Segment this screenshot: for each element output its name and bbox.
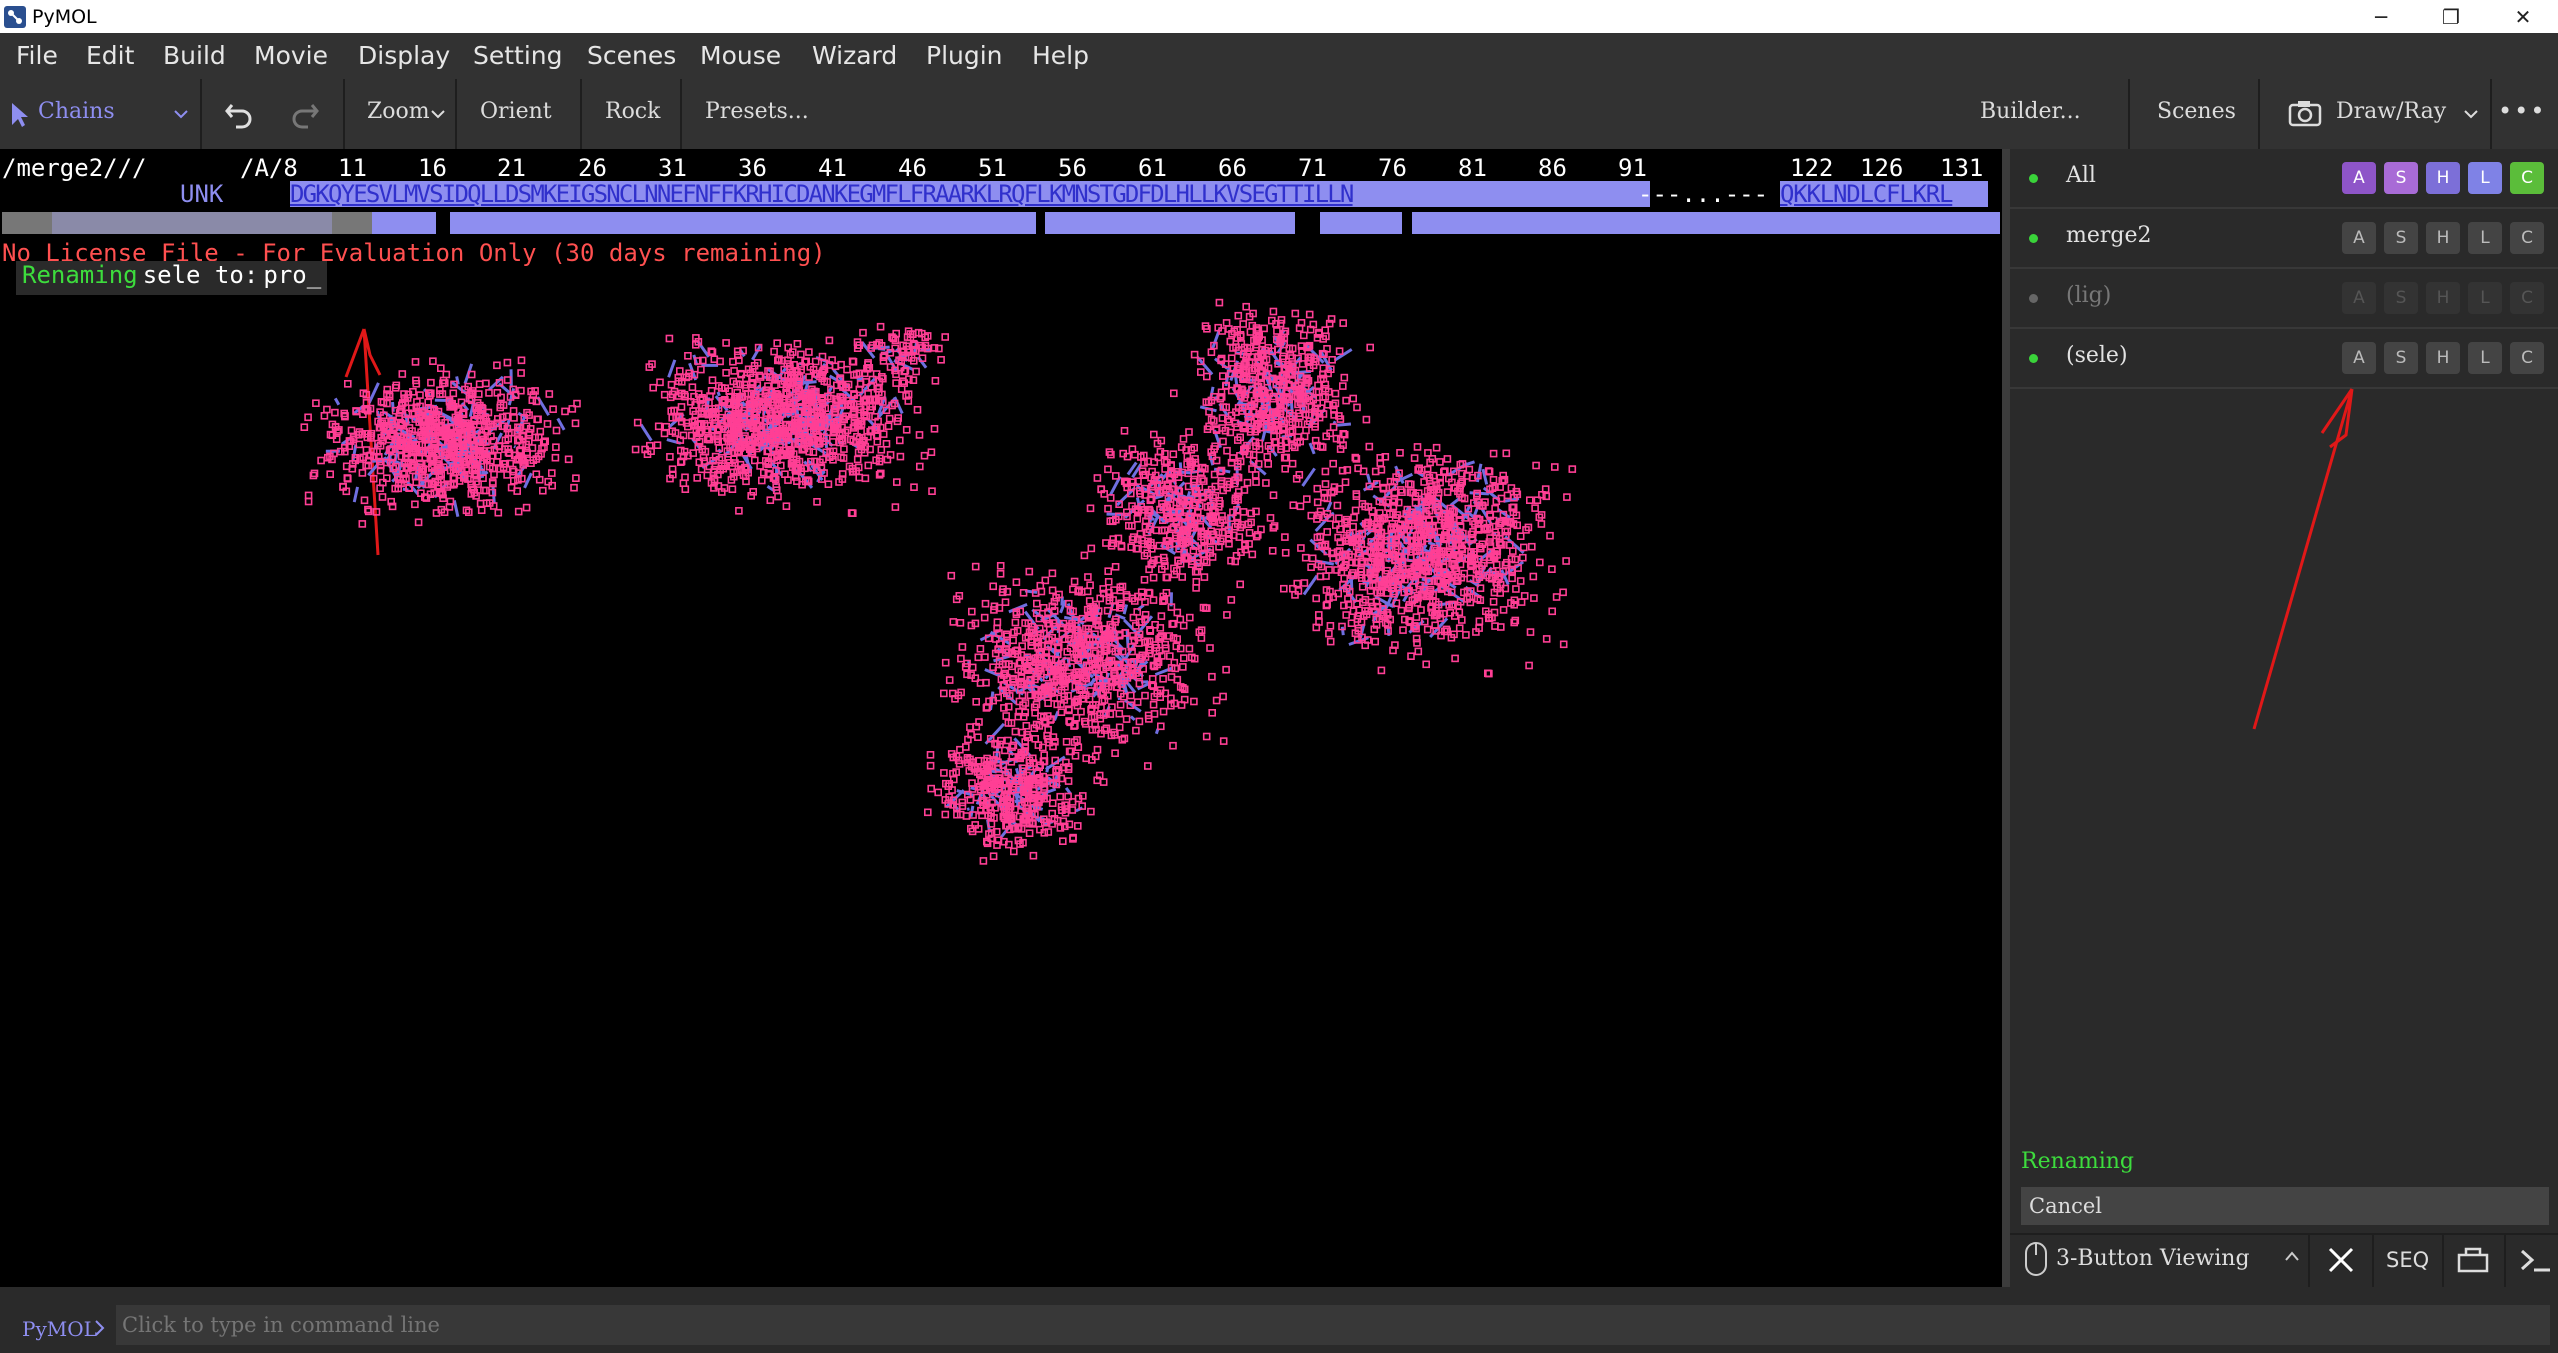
chevron-down-icon xyxy=(174,110,188,119)
menu-setting[interactable]: Setting xyxy=(473,41,563,70)
close-icon[interactable] xyxy=(2326,1245,2356,1275)
draw-ray-dropdown[interactable]: Draw/Ray xyxy=(2258,79,2490,149)
ashlc-button-s[interactable]: S xyxy=(2384,162,2418,194)
object-name: All xyxy=(2066,163,2096,188)
window-title: PyMOL xyxy=(32,6,97,28)
selection-mode-dropdown[interactable]: Chains xyxy=(0,79,200,149)
command-line-input[interactable] xyxy=(116,1305,2550,1345)
ashlc-button-s[interactable]: S xyxy=(2384,222,2418,254)
ashlc-button-c[interactable]: C xyxy=(2510,282,2544,314)
menu-wizard[interactable]: Wizard xyxy=(812,41,897,70)
ashlc-button-a[interactable]: A xyxy=(2342,222,2376,254)
undo-icon[interactable] xyxy=(224,99,254,129)
chevron-down-icon xyxy=(2464,110,2478,119)
menu-edit[interactable]: Edit xyxy=(86,41,134,70)
menu-bar: File Edit Build Movie Display Setting Sc… xyxy=(0,33,2558,79)
ashlc-button-h[interactable]: H xyxy=(2426,282,2460,314)
object-row-lig[interactable]: (lig) ASHLC xyxy=(2010,269,2558,329)
object-row-all[interactable]: All ASHLC xyxy=(2010,149,2558,209)
ashlc-button-c[interactable]: C xyxy=(2510,162,2544,194)
ashlc-button-c[interactable]: C xyxy=(2510,342,2544,374)
chevron-up-icon[interactable] xyxy=(2284,1249,2300,1265)
minimize-button[interactable]: ─ xyxy=(2346,0,2416,33)
ashlc-button-l[interactable]: L xyxy=(2468,282,2502,314)
3d-viewer[interactable]: /merge2/// /A/8 11 16 21 26 31 36 41 46 51 56 61 66… xyxy=(0,149,2002,1287)
molecule-render[interactable] xyxy=(0,149,2002,1287)
rock-button[interactable]: Rock xyxy=(605,99,660,124)
menu-movie[interactable]: Movie xyxy=(254,41,328,70)
wizard-cancel-button[interactable]: Cancel xyxy=(2021,1187,2549,1225)
wizard-title: Renaming xyxy=(2021,1149,2135,1174)
ashlc-button-a[interactable]: A xyxy=(2342,162,2376,194)
builder-button[interactable]: Builder... xyxy=(1980,99,2081,124)
draw-ray-label: Draw/Ray xyxy=(2336,99,2447,124)
menu-display[interactable]: Display xyxy=(358,41,450,70)
title-bar: PyMOL ─ ❐ ✕ xyxy=(0,0,2558,33)
ashlc-button-a[interactable]: A xyxy=(2342,342,2376,374)
zoom-label: Zoom xyxy=(367,99,430,124)
presets-button[interactable]: Presets... xyxy=(705,99,809,124)
status-bar xyxy=(0,1287,2558,1299)
ashlc-button-a[interactable]: A xyxy=(2342,282,2376,314)
menu-plugin[interactable]: Plugin xyxy=(926,41,1003,70)
selected-atoms xyxy=(300,298,1577,865)
enabled-dot[interactable] xyxy=(2029,174,2038,183)
object-name: (sele) xyxy=(2066,343,2128,368)
menu-file[interactable]: File xyxy=(16,41,58,70)
menu-help[interactable]: Help xyxy=(1032,41,1089,70)
cancel-label: Cancel xyxy=(2029,1194,2103,1218)
object-name: merge2 xyxy=(2066,223,2152,248)
ashlc-button-h[interactable]: H xyxy=(2426,162,2460,194)
chevron-down-icon xyxy=(431,110,445,119)
command-prompt-label: PyMOL xyxy=(22,1317,97,1341)
prompt-chevron-icon xyxy=(95,1320,105,1336)
cursor-arrow-icon xyxy=(12,103,28,127)
annotation-arrow xyxy=(2252,388,2354,730)
builder-icon[interactable] xyxy=(2456,1245,2490,1275)
menu-scenes[interactable]: Scenes xyxy=(587,41,676,70)
terminal-icon[interactable] xyxy=(2518,1245,2552,1275)
object-row-merge2[interactable]: merge2 ASHLC xyxy=(2010,209,2558,269)
enabled-dot[interactable] xyxy=(2029,354,2038,363)
close-window-button[interactable]: ✕ xyxy=(2488,0,2558,33)
command-bar: PyMOL xyxy=(0,1299,2558,1353)
selection-mode-label: Chains xyxy=(38,99,115,124)
more-options-button[interactable]: ••• xyxy=(2498,97,2546,125)
redo-icon[interactable] xyxy=(290,99,320,129)
ashlc-button-s[interactable]: S xyxy=(2384,282,2418,314)
zoom-dropdown[interactable]: Zoom xyxy=(343,79,453,149)
ashlc-button-l[interactable]: L xyxy=(2468,162,2502,194)
mouse-icon xyxy=(2025,1242,2047,1276)
ashlc-button-s[interactable]: S xyxy=(2384,342,2418,374)
toolbar: Chains Zoom Orient Rock Presets... Build… xyxy=(0,79,2558,149)
scenes-button[interactable]: Scenes xyxy=(2157,99,2236,124)
ashlc-button-h[interactable]: H xyxy=(2426,222,2460,254)
seq-toggle-button[interactable]: SEQ xyxy=(2386,1248,2429,1272)
pymol-app-icon xyxy=(4,6,26,28)
protein-backbone xyxy=(325,328,1525,840)
menu-mouse[interactable]: Mouse xyxy=(700,41,781,70)
mouse-mode-label[interactable]: 3-Button Viewing xyxy=(2056,1246,2250,1271)
orient-button[interactable]: Orient xyxy=(480,99,552,124)
maximize-button[interactable]: ❐ xyxy=(2416,0,2486,33)
ashlc-button-c[interactable]: C xyxy=(2510,222,2544,254)
camera-icon xyxy=(2288,101,2322,127)
ashlc-button-h[interactable]: H xyxy=(2426,342,2460,374)
object-panel: All ASHLC merge2 ASHLC (lig) ASHLC (sele… xyxy=(2010,149,2558,1287)
panel-splitter[interactable] xyxy=(2002,149,2010,1287)
ashlc-button-l[interactable]: L xyxy=(2468,342,2502,374)
object-name: (lig) xyxy=(2066,283,2112,308)
enabled-dot[interactable] xyxy=(2029,234,2038,243)
menu-build[interactable]: Build xyxy=(163,41,226,70)
disabled-dot[interactable] xyxy=(2029,294,2038,303)
ashlc-button-l[interactable]: L xyxy=(2468,222,2502,254)
